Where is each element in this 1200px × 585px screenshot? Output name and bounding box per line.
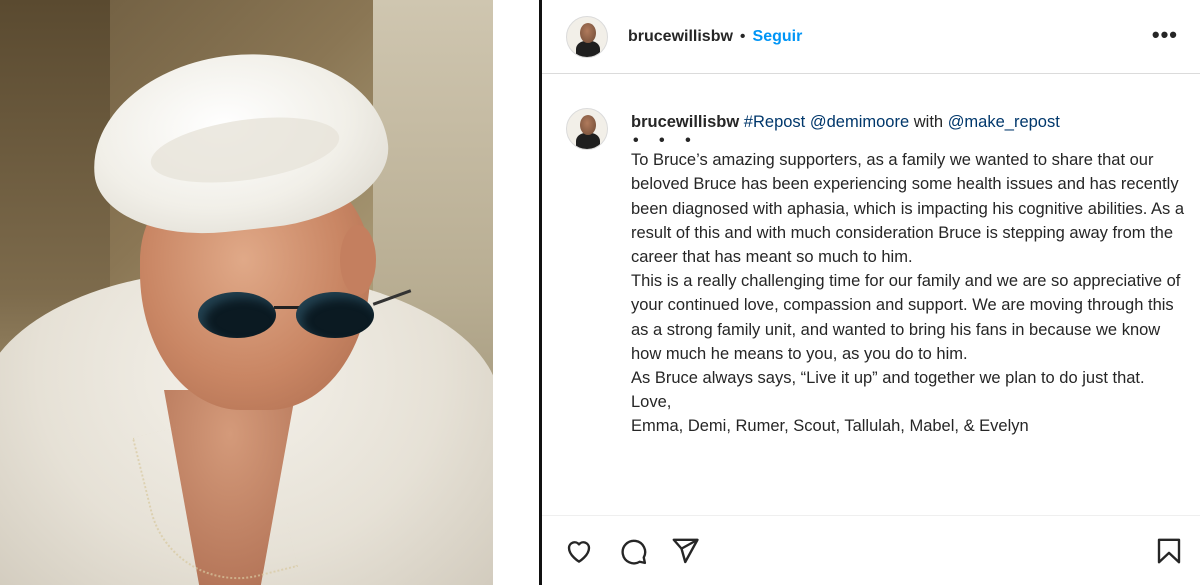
avatar-face	[580, 22, 596, 43]
caption-first-line: brucewillisbw #Repost @demimoore with @m…	[631, 110, 1186, 134]
with-text: with	[913, 113, 944, 131]
post-side-pane: brucewillisbw • Seguir ••• brucewillisbw…	[542, 0, 1200, 585]
caption-paragraph: Love,	[631, 393, 672, 412]
comment-icon[interactable]	[618, 536, 648, 566]
post-header: brucewillisbw • Seguir •••	[542, 0, 1200, 74]
caption-username[interactable]: brucewillisbw	[631, 113, 739, 131]
photo-sunglasses-bridge	[274, 306, 300, 309]
follow-button[interactable]: Seguir	[753, 28, 803, 46]
post-photo[interactable]	[0, 0, 493, 585]
photo-sunglasses-left-lens	[198, 292, 276, 338]
avatar-body	[576, 40, 600, 57]
username-link[interactable]: brucewillisbw	[628, 28, 733, 46]
mention-make-repost[interactable]: @make_repost	[948, 113, 1060, 131]
photo-sunglasses-right-lens	[296, 292, 374, 338]
action-bar	[542, 515, 1200, 585]
bookmark-icon[interactable]	[1154, 536, 1184, 566]
caption-paragraph: This is a really challenging time for ou…	[631, 272, 1181, 363]
caption-dots: • • •	[633, 132, 699, 150]
mention-demimoore[interactable]: @demimoore	[810, 113, 909, 131]
repost-hashtag[interactable]: #Repost	[744, 113, 805, 131]
avatar[interactable]	[566, 15, 608, 58]
caption-paragraph: As Bruce always says, “Live it up” and t…	[631, 369, 1145, 388]
caption-avatar[interactable]	[566, 108, 608, 150]
photo-gap	[493, 0, 539, 585]
avatar-body	[576, 133, 600, 149]
more-options-icon[interactable]: •••	[1152, 24, 1178, 46]
avatar-face	[580, 115, 596, 135]
caption-area[interactable]: brucewillisbw #Repost @demimoore with @m…	[542, 74, 1200, 515]
photo-ear	[340, 225, 376, 295]
caption-text: brucewillisbw #Repost @demimoore with @m…	[631, 110, 1186, 439]
header-separator: •	[739, 27, 746, 45]
heart-icon[interactable]	[564, 536, 594, 566]
caption-paragraph: To Bruce’s amazing supporters, as a fami…	[631, 151, 1185, 267]
caption-paragraph: Emma, Demi, Rumer, Scout, Tallulah, Mabe…	[631, 417, 1029, 436]
paper-plane-icon[interactable]	[670, 536, 700, 566]
